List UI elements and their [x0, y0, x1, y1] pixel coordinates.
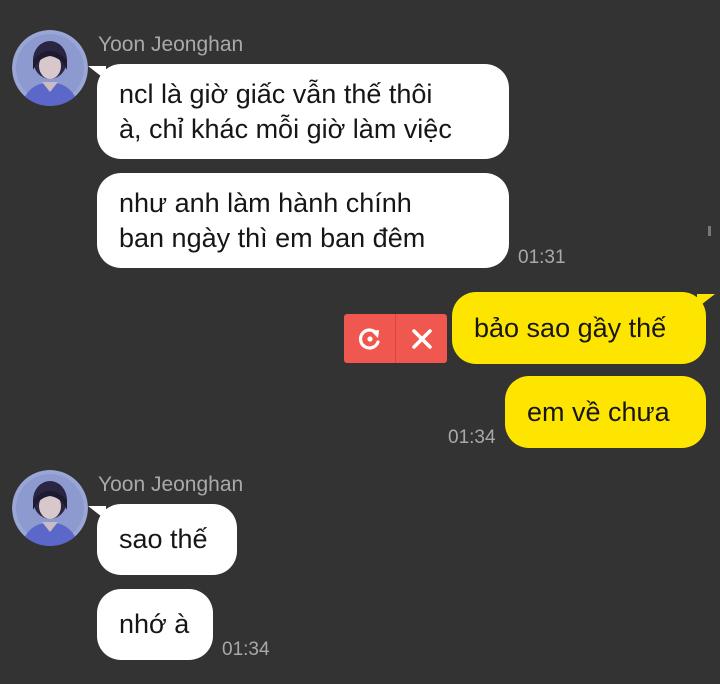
retry-icon: [358, 327, 380, 350]
message-text: bảo sao gầy thế: [474, 312, 667, 343]
bubble-tail: [697, 294, 715, 308]
message-line: nhớ à: [119, 609, 190, 639]
message-line: như anh làm hành chính: [119, 187, 412, 218]
outgoing-message-bubble[interactable]: em về chưa: [505, 376, 706, 448]
failed-message-actions: [344, 314, 447, 363]
incoming-message-bubble[interactable]: ncl là giờ giấc vẫn thế thôi à, chỉ khác…: [88, 64, 509, 159]
message-line: à, chỉ khác mỗi giờ làm việc: [119, 113, 452, 144]
retry-send-button[interactable]: [344, 314, 395, 363]
incoming-message-bubble[interactable]: nhớ à: [97, 589, 213, 660]
message-line: ban ngày thì em ban đêm: [119, 222, 426, 253]
close-icon: [411, 328, 432, 349]
bubble-tail: [88, 506, 106, 520]
outgoing-message-bubble[interactable]: bảo sao gầy thế: [452, 292, 715, 364]
sender-name: Yoon Jeonghan: [98, 473, 244, 496]
incoming-message-bubble[interactable]: như anh làm hành chính ban ngày thì em b…: [97, 173, 509, 268]
sender-name: Yoon Jeonghan: [98, 33, 244, 56]
delete-failed-message-button[interactable]: [396, 314, 447, 363]
avatar[interactable]: [12, 470, 88, 546]
message-text: em về chưa: [527, 396, 670, 427]
message-timestamp: 01:34: [222, 639, 270, 660]
incoming-message-bubble[interactable]: sao thế: [88, 504, 237, 575]
message-line: ncl là giờ giấc vẫn thế thôi: [119, 78, 433, 109]
message-timestamp: 01:34: [448, 427, 496, 448]
message-timestamp: 01:31: [518, 247, 566, 268]
bubble-tail: [88, 66, 106, 80]
avatar[interactable]: [12, 30, 88, 106]
scrollbar-thumb[interactable]: [708, 226, 711, 236]
message-line: sao thế: [119, 524, 208, 554]
